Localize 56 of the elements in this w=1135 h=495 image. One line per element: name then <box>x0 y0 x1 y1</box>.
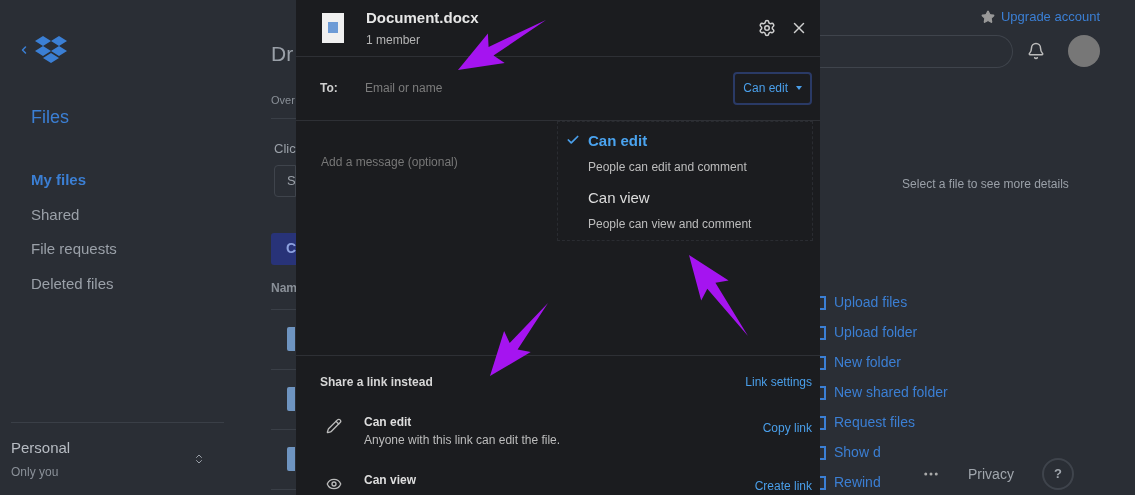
details-empty-text: Select a file to see more details <box>902 175 1069 193</box>
settings-icon[interactable] <box>758 18 776 37</box>
file-thumbnail <box>287 447 295 471</box>
file-name: Document.docx <box>366 7 479 28</box>
section-heading: Share a link instead <box>320 374 433 391</box>
sidebar-item[interactable]: Shared <box>31 203 80 226</box>
link-permission: Can edit <box>364 414 413 431</box>
action-link[interactable]: Request files <box>834 412 915 433</box>
action-link[interactable]: Rewind <box>834 472 881 493</box>
menu-item[interactable]: Can view People can view and comment <box>558 183 812 241</box>
action-icon <box>820 355 826 370</box>
recipient-field[interactable]: Email or name <box>365 79 734 98</box>
action-icon <box>820 325 826 340</box>
link-action[interactable]: Copy link <box>762 419 812 437</box>
account-name[interactable]: Personal <box>11 436 71 459</box>
file-thumbnail <box>287 327 295 351</box>
permission-dropdown[interactable]: Can edit <box>733 71 812 105</box>
prompt-text: Clic <box>273 140 296 158</box>
message-placeholder[interactable]: Add a message (optional) <box>321 155 458 170</box>
star-icon <box>981 9 995 24</box>
caret-icon <box>796 86 802 91</box>
menu-item[interactable]: Can edit People can edit and comment <box>558 126 812 184</box>
pencil-icon <box>326 418 342 434</box>
action-link[interactable]: New folder <box>834 352 901 373</box>
logo-icon[interactable] <box>34 36 68 64</box>
link-permission: Can view <box>364 472 418 489</box>
action-link[interactable]: Upload folder <box>834 322 918 343</box>
section-title: Files <box>30 106 70 129</box>
action-link[interactable]: New shared folder <box>834 382 948 403</box>
link-settings-link[interactable]: Link settings <box>745 373 812 391</box>
create-button[interactable]: C <box>271 232 296 265</box>
action-icon <box>820 385 826 400</box>
eye-icon <box>326 476 342 492</box>
sidebar-item[interactable]: My files <box>31 169 87 192</box>
account-subtitle: Only you <box>11 464 60 481</box>
action-icon <box>820 445 826 460</box>
member-count[interactable]: 1 member <box>366 31 479 50</box>
avatar[interactable] <box>1068 35 1100 67</box>
sidebar-item[interactable]: File requests <box>31 238 117 261</box>
help-button[interactable]: ? <box>1041 458 1074 490</box>
link-action[interactable]: Create link <box>754 477 812 495</box>
document-icon <box>322 12 344 43</box>
action-icon <box>820 415 826 430</box>
action-link[interactable]: Show d <box>834 442 881 463</box>
to-label: To: <box>320 80 339 98</box>
upgrade-link[interactable]: Upgrade account <box>1001 7 1100 27</box>
sidebar-item[interactable]: Deleted files <box>31 272 114 295</box>
page-title: Dr <box>271 41 294 67</box>
tab-label[interactable]: Over <box>271 91 295 108</box>
action-icon <box>820 475 826 490</box>
file-thumbnail <box>287 387 295 411</box>
notification-icon[interactable] <box>1027 42 1045 60</box>
link-description: Anyone with this link can edit the file. <box>364 432 562 449</box>
action-link[interactable]: Upload files <box>834 292 908 313</box>
column-header: Nam <box>271 279 296 297</box>
action-icon <box>820 295 826 310</box>
